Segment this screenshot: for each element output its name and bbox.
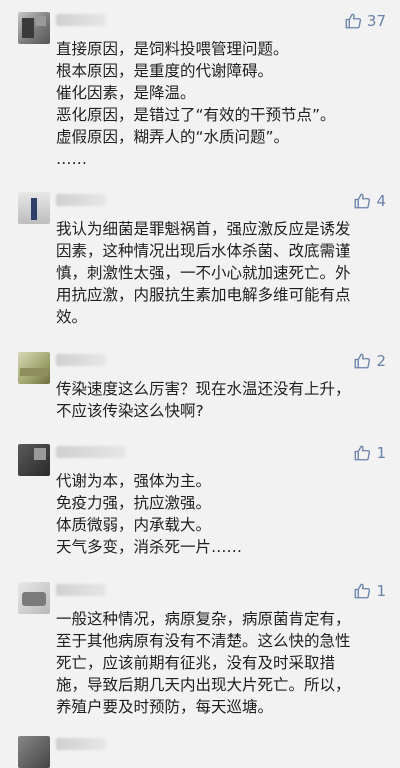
comment-line: …… [56,150,87,168]
comment-line: 用抗应激，内服抗生素加电解多维可能有点 [56,286,351,304]
like-button[interactable]: 1 [353,444,386,462]
comment-line: 直接原因，是饲料投喂管理问题。 [56,40,289,58]
comment-line: 体质微弱，内承载大。 [56,516,212,534]
like-count: 4 [376,192,386,210]
comment-line: 不应该传染这么快啊? [56,402,204,420]
comment-line: 因素，这种情况出现后水体杀菌、改底需谨 [56,242,351,260]
avatar[interactable] [18,12,50,44]
like-count: 1 [376,444,386,462]
commenter-name-blurred [56,738,106,750]
thumbs-up-icon [353,444,371,462]
thumbs-up-icon [344,12,362,30]
comment-line: 施，导致后期几天内出现大片死亡。所以， [56,676,351,694]
comment-line: 慎，刺激性太强，一不小心就加速死亡。外 [56,264,351,282]
thumbs-up-icon [353,582,371,600]
comment-line: 根本原因，是重度的代谢障碍。 [56,62,274,80]
like-count: 2 [376,352,386,370]
comment-line: 免疫力强，抗应激强。 [56,494,212,512]
comment-line: 催化因素，是降温。 [56,84,196,102]
like-count: 37 [366,12,386,30]
comment-text: 传染速度这么厉害？现在水温还没有上升， 不应该传染这么快啊? [56,378,386,422]
commenter-name-blurred [56,584,106,596]
comment-line: 传染速度这么厉害？现在水温还没有上升， [56,380,351,398]
comment-line: 效。 [56,308,88,326]
comment-line: 养殖户要及时预防，每天巡塘。 [56,698,274,716]
commenter-name-blurred [56,446,126,458]
comment-line: 代谢为本，强体为主。 [56,472,212,490]
comment-text: 代谢为本，强体为主。 免疫力强，抗应激强。 体质微弱，内承载大。 天气多变，消杀… [56,470,386,558]
comment-text: 我认为细菌是罪魁祸首，强应激反应是诱发 因素，这种情况出现后水体杀菌、改底需谨 … [56,218,386,328]
avatar[interactable] [18,352,50,384]
comment-text: 一般这种情况，病原复杂，病原菌肯定有， 至于其他病原有没有不清楚。这么快的急性 … [56,608,386,718]
like-button[interactable]: 2 [353,352,386,370]
thumbs-up-icon [353,192,371,210]
comment-line: 一般这种情况，病原复杂，病原菌肯定有， [56,610,351,628]
comment-line: 天气多变，消杀死一片…… [56,538,243,556]
comment-line: 恶化原因，是错过了“有效的干预节点”。 [56,106,336,124]
avatar[interactable] [18,444,50,476]
avatar[interactable] [18,192,50,224]
comment-line: 我认为细菌是罪魁祸首，强应激反应是诱发 [56,220,351,238]
like-button[interactable]: 4 [353,192,386,210]
avatar[interactable] [18,582,50,614]
thumbs-up-icon [353,352,371,370]
comment-line: 虚假原因，糊弄人的“水质问题”。 [56,128,290,146]
avatar[interactable] [18,736,50,768]
comment-text: 直接原因，是饲料投喂管理问题。 根本原因，是重度的代谢障碍。 催化因素，是降温。… [56,38,386,170]
like-button[interactable]: 37 [344,12,386,30]
commenter-name-blurred [56,354,106,366]
comment-line: 死亡，应该前期有征兆，没有及时采取措 [56,654,336,672]
commenter-name-blurred [56,14,106,26]
like-button[interactable]: 1 [353,582,386,600]
like-count: 1 [376,582,386,600]
commenter-name-blurred [56,194,106,206]
comment-line: 至于其他病原有没有不清楚。这么快的急性 [56,632,351,650]
